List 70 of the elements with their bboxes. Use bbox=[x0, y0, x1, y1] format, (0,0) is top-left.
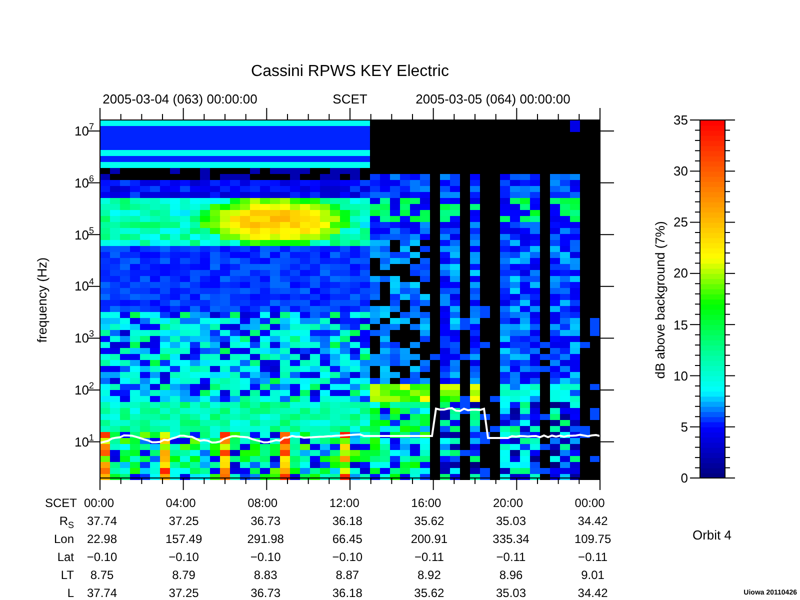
plot-title: Cassini RPWS KEY Electric bbox=[251, 64, 449, 80]
table-cell: −0.10 bbox=[250, 551, 281, 563]
table-cell: 66.45 bbox=[332, 533, 362, 545]
row-label: L bbox=[67, 587, 74, 599]
table-cell: −0.11 bbox=[414, 551, 444, 563]
table-cell: 36.18 bbox=[332, 515, 362, 527]
time-label: SCET bbox=[332, 92, 368, 106]
table-cell: 157.49 bbox=[165, 533, 202, 545]
time-label: 2005-03-05 (064) 00:00:00 bbox=[416, 92, 570, 106]
table-cell: 12:00 bbox=[329, 497, 360, 509]
row-label: Lat bbox=[57, 551, 74, 563]
colorbar-tick-label: 30 bbox=[674, 164, 688, 178]
colorbar-title: dB above background (7%) bbox=[654, 221, 666, 379]
table-cell: 291.98 bbox=[247, 533, 284, 545]
table-cell: 08:00 bbox=[248, 497, 278, 509]
table-cell: 36.73 bbox=[250, 515, 281, 527]
table-cell: 34.42 bbox=[578, 515, 608, 527]
table-cell: 8.96 bbox=[499, 569, 523, 581]
colorbar-tick-label: 35 bbox=[674, 114, 688, 126]
colorbar-tick-label: 15 bbox=[674, 318, 688, 332]
table-cell: −0.11 bbox=[578, 551, 608, 563]
table-cell: −0.10 bbox=[168, 551, 199, 563]
row-label: R$_{S}$ bbox=[59, 515, 74, 527]
table-cell: 335.34 bbox=[492, 533, 530, 545]
axis-tick-label: 10$^{7}$ bbox=[74, 124, 94, 138]
table-cell: 34.42 bbox=[578, 587, 608, 599]
table-cell: 37.74 bbox=[86, 587, 118, 599]
axis-tick-label: 10$^{3}$ bbox=[74, 332, 94, 345]
table-cell: 00:00 bbox=[574, 497, 605, 509]
table-cell: 20:00 bbox=[492, 497, 524, 509]
table-cell: 200.91 bbox=[410, 533, 448, 545]
row-label: LT bbox=[60, 569, 74, 581]
table-cell: 35.03 bbox=[496, 515, 526, 527]
axis-tick-label: 10$^{6}$ bbox=[74, 176, 94, 190]
table-cell: 109.75 bbox=[574, 533, 612, 545]
table-cell: 8.83 bbox=[254, 569, 278, 581]
axis-tick-label: 10$^{4}$ bbox=[74, 280, 94, 293]
table-cell: 00:00 bbox=[84, 497, 114, 509]
table-cell: 37.25 bbox=[168, 515, 199, 527]
table-cell: 8.92 bbox=[418, 569, 441, 581]
table-cell: 9.01 bbox=[581, 569, 604, 581]
table-cell: 35.62 bbox=[414, 587, 444, 599]
row-label: Lon bbox=[54, 533, 74, 545]
colorbar-tick-label: 25 bbox=[674, 216, 688, 229]
table-cell: 36.18 bbox=[332, 587, 362, 599]
table-cell: 04:00 bbox=[166, 497, 196, 509]
table-cell: 16:00 bbox=[411, 497, 442, 509]
table-cell: 36.73 bbox=[250, 587, 281, 599]
axis-title: frequency (Hz) bbox=[36, 257, 48, 343]
table-cell: 8.75 bbox=[90, 569, 114, 581]
colorbar-tick-label: 5 bbox=[680, 420, 688, 434]
time-label: 2005-03-04 (063) 00:00:00 bbox=[102, 92, 258, 106]
axis-tick-label: 10$^{5}$ bbox=[74, 228, 94, 242]
row-label: SCET bbox=[44, 497, 77, 509]
table-cell: 8.87 bbox=[336, 569, 360, 581]
table-cell: 37.25 bbox=[168, 587, 199, 599]
axis-tick-label: 10$^{2}$ bbox=[74, 384, 94, 396]
table-cell: 22.98 bbox=[86, 533, 118, 545]
table-cell: 35.03 bbox=[496, 587, 526, 599]
colorbar-tick-label: 20 bbox=[674, 266, 688, 280]
table-cell: −0.10 bbox=[332, 551, 363, 563]
table-cell: 37.74 bbox=[86, 515, 118, 527]
table-cell: −0.10 bbox=[86, 551, 118, 563]
table-cell: 35.62 bbox=[414, 515, 444, 527]
axis-tick-label: 10$^{1}$ bbox=[74, 435, 94, 448]
colorbar-tick-label: 0 bbox=[680, 472, 688, 484]
orbit-label: Orbit 4 bbox=[692, 528, 732, 542]
table-cell: −0.11 bbox=[496, 551, 526, 563]
table-cell: 8.79 bbox=[172, 569, 196, 581]
colorbar-tick-label: 10 bbox=[674, 369, 688, 382]
